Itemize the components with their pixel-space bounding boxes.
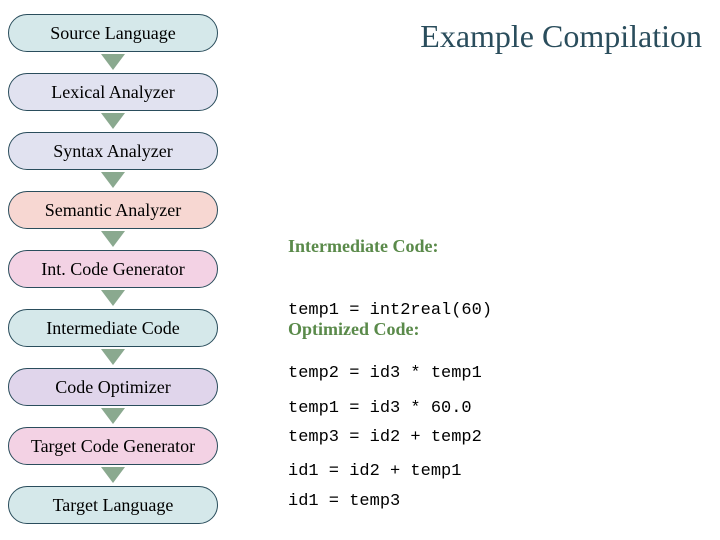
compiler-pipeline: Source Language Lexical Analyzer Syntax An… <box>8 14 218 524</box>
slide-title: Example Compilation <box>420 18 702 55</box>
arrow-down-icon <box>101 349 125 365</box>
pipeline-stage: Code Optimizer <box>8 368 218 406</box>
pipeline-stage: Intermediate Code <box>8 309 218 347</box>
pipeline-stage: Semantic Analyzer <box>8 191 218 229</box>
optimized-code-line: id1 = id2 + temp1 <box>288 461 472 482</box>
arrow-down-icon <box>101 408 125 424</box>
intermediate-code-heading: Intermediate Code: <box>288 235 492 258</box>
arrow-down-icon <box>101 172 125 188</box>
arrow-down-icon <box>101 54 125 70</box>
arrow-down-icon <box>101 231 125 247</box>
arrow-down-icon <box>101 290 125 306</box>
arrow-down-icon <box>101 113 125 129</box>
pipeline-stage: Source Language <box>8 14 218 52</box>
arrow-down-icon <box>101 467 125 483</box>
pipeline-stage: Target Language <box>8 486 218 524</box>
pipeline-stage: Int. Code Generator <box>8 250 218 288</box>
pipeline-stage: Syntax Analyzer <box>8 132 218 170</box>
pipeline-stage: Target Code Generator <box>8 427 218 465</box>
pipeline-stage: Lexical Analyzer <box>8 73 218 111</box>
optimized-code-block: temp1 = id3 * 60.0 id1 = id2 + temp1 <box>288 355 472 504</box>
optimized-code-line: temp1 = id3 * 60.0 <box>288 398 472 419</box>
optimized-code-heading: Optimized Code: <box>288 318 419 341</box>
